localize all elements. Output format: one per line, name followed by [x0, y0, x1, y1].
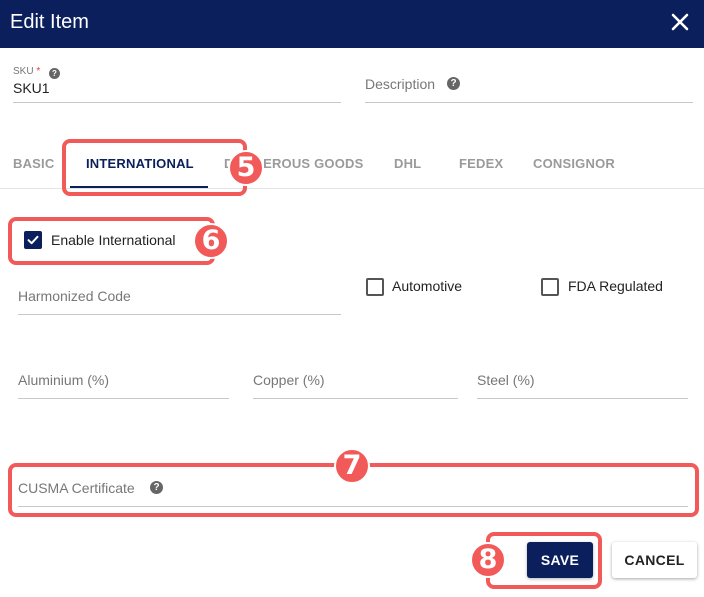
sku-value: SKU1	[13, 80, 50, 96]
automotive-checkbox[interactable]	[366, 278, 384, 296]
aluminium-field[interactable]: Aluminium (%)	[18, 364, 229, 399]
automotive-label: Automotive	[392, 278, 463, 294]
copper-field[interactable]: Copper (%)	[253, 364, 458, 399]
harmonized-code-field[interactable]: Harmonized Code	[18, 280, 341, 315]
steel-field[interactable]: Steel (%)	[477, 364, 688, 399]
copper-label: Copper (%)	[253, 372, 325, 388]
fda-regulated-label: FDA Regulated	[568, 278, 663, 294]
dialog-header: Edit Item	[0, 0, 704, 48]
fda-regulated-checkbox[interactable]	[541, 278, 559, 296]
highlight-enable-international	[8, 217, 215, 265]
description-label: Description	[365, 76, 436, 92]
description-field[interactable]: Description ?	[365, 66, 693, 103]
aluminium-label: Aluminium (%)	[18, 372, 110, 388]
help-icon[interactable]: ?	[49, 68, 60, 79]
sku-label: SKU *	[13, 66, 41, 77]
required-mark: *	[36, 66, 41, 77]
tab-basic[interactable]: BASIC	[13, 156, 54, 171]
step-badge-8: 8	[470, 542, 506, 578]
tab-consignor[interactable]: CONSIGNOR	[533, 156, 615, 171]
help-icon[interactable]: ?	[447, 77, 460, 90]
harmonized-code-label: Harmonized Code	[18, 288, 131, 304]
step-badge-5: 5	[228, 150, 264, 186]
step-badge-6: 6	[193, 223, 229, 259]
cancel-button[interactable]: CANCEL	[612, 542, 697, 578]
dialog-title: Edit Item	[10, 11, 89, 33]
step-badge-7: 7	[334, 448, 370, 484]
sku-field[interactable]: SKU * ? SKU1	[13, 66, 341, 103]
tab-dhl[interactable]: DHL	[394, 156, 421, 171]
close-icon[interactable]	[670, 12, 690, 32]
tab-fedex[interactable]: FEDEX	[459, 156, 503, 171]
highlight-tab-international	[62, 139, 247, 196]
steel-label: Steel (%)	[477, 372, 535, 388]
